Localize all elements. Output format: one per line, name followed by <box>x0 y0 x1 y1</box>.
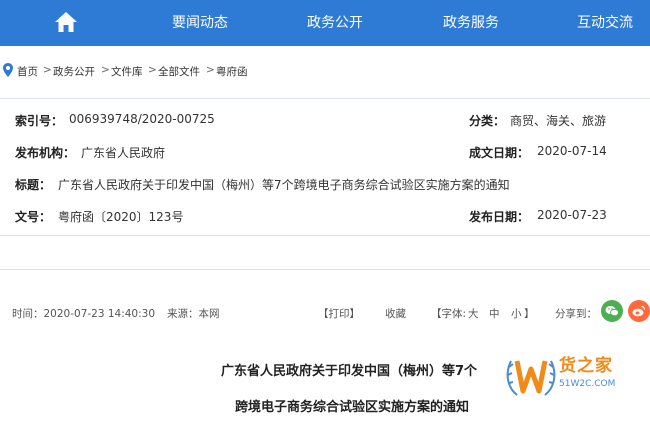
breadcrumb-home[interactable]: 首页 <box>17 64 38 79</box>
docno-label: 文号： <box>15 210 52 224</box>
breadcrumb-separator: > <box>101 64 110 76</box>
document-info-box: 索引号： 006939748/2020-00725 分类： 商贸、海关、旅游 发… <box>0 98 650 236</box>
title-value: 广东省人民政府关于印发中国（梅州）等7个跨境电子商务综合试验区实施方案的通知 <box>58 178 510 192</box>
share-wechat-button[interactable] <box>601 300 623 322</box>
w-logo-icon <box>506 360 556 396</box>
info-row-title: 标题： 广东省人民政府关于印发中国（梅州）等7个跨境电子商务综合试验区实施方案的… <box>0 176 650 196</box>
nav-item-news[interactable]: 要闻动态 <box>172 0 228 46</box>
font-size-small[interactable]: 小 <box>511 306 522 321</box>
issuer-value: 广东省人民政府 <box>81 146 166 160</box>
watermark-brand: 货之家 <box>559 356 613 376</box>
breadcrumb-file-library[interactable]: 文件库 <box>111 64 143 79</box>
nav-item-gov-service[interactable]: 政务服务 <box>443 0 499 46</box>
wechat-icon <box>605 306 619 317</box>
home-button[interactable] <box>52 9 80 35</box>
favorite-link[interactable]: 收藏 <box>385 306 406 321</box>
nav-item-gov-info[interactable]: 政务公开 <box>307 0 363 46</box>
published-date-label: 发布日期： <box>469 210 530 224</box>
article-meta-bar: 时间：2020-07-23 14:40:30 来源：本网 【打印】 收藏 【字体… <box>0 300 650 326</box>
home-icon <box>55 12 77 32</box>
section-divider <box>0 269 650 270</box>
title-label: 标题： <box>15 178 52 192</box>
category-label: 分类： <box>469 114 506 128</box>
share-weibo-button[interactable] <box>628 300 650 322</box>
breadcrumb-gov-info[interactable]: 政务公开 <box>53 64 95 79</box>
breadcrumb-all-files[interactable]: 全部文件 <box>158 64 200 79</box>
publish-time: 时间：2020-07-23 14:40:30 <box>12 308 156 320</box>
font-size-prefix: 【字体: <box>431 308 467 320</box>
font-size-large[interactable]: 大 <box>468 306 479 321</box>
breadcrumb-current[interactable]: 粤府函 <box>216 64 248 79</box>
info-row-issuer: 发布机构： 广东省人民政府 成文日期： 2020-07-14 <box>0 144 650 164</box>
top-nav-bar: 要闻动态 政务公开 政务服务 互动交流 <box>0 0 650 46</box>
watermark-logo: 货之家 51W2C.COM <box>503 347 643 407</box>
info-row-docno: 文号： 粤府函〔2020〕123号 发布日期： 2020-07-23 <box>0 208 650 228</box>
nav-item-interaction[interactable]: 互动交流 <box>577 0 633 46</box>
created-date-value: 2020-07-14 <box>537 144 607 158</box>
breadcrumb-separator: > <box>206 64 215 76</box>
share-label: 分享到： <box>555 308 597 320</box>
weibo-icon <box>632 305 646 317</box>
category-value: 商贸、海关、旅游 <box>510 114 607 128</box>
source: 来源：本网 <box>167 308 220 320</box>
print-link[interactable]: 【打印】 <box>318 306 360 321</box>
index-value: 006939748/2020-00725 <box>69 112 215 126</box>
info-row-index: 索引号： 006939748/2020-00725 分类： 商贸、海关、旅游 <box>0 112 650 132</box>
published-date-value: 2020-07-23 <box>537 208 607 222</box>
created-date-label: 成文日期： <box>469 146 530 160</box>
font-size-medium[interactable]: 中 <box>489 306 500 321</box>
font-size-suffix: 】 <box>524 308 535 320</box>
watermark-url: 51W2C.COM <box>559 379 616 389</box>
breadcrumb-separator: > <box>148 64 157 76</box>
breadcrumb: 首页 > 政务公开 > 文件库 > 全部文件 > 粤府函 <box>0 58 650 84</box>
breadcrumb-separator: > <box>43 64 52 76</box>
location-pin-icon <box>3 63 13 77</box>
docno-value: 粤府函〔2020〕123号 <box>58 210 184 224</box>
issuer-label: 发布机构： <box>15 146 76 160</box>
index-label: 索引号： <box>15 114 64 128</box>
